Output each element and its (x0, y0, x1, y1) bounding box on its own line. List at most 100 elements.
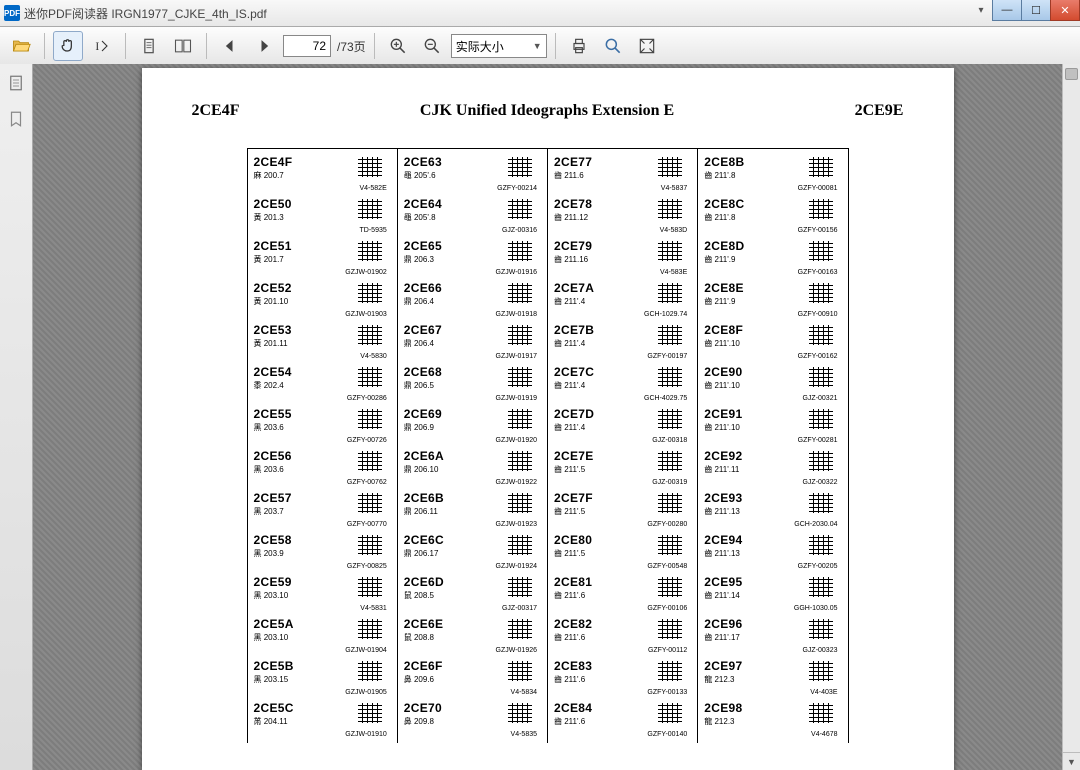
source-ref: GZFY-00112 (648, 647, 687, 654)
maximize-button[interactable]: ☐ (1021, 0, 1051, 21)
source-ref: GZFY-00910 (798, 311, 838, 318)
facing-pages-button[interactable] (168, 31, 198, 61)
codepoint-entry: 2CE66鼎 206.4GZJW-01918 (404, 281, 543, 323)
toolbar: I /73页 实际大小 ▼ (0, 27, 1080, 66)
codepoint-entry: 2CE69鼎 206.9GZJW-01920 (404, 407, 543, 449)
source-ref: GZFY-00133 (647, 689, 687, 696)
chevron-down-icon: ▼ (533, 41, 542, 51)
codepoint-entry: 2CE96齒 211'.17GJZ-00323 (704, 617, 843, 659)
ideograph-glyph (806, 531, 836, 561)
codepoint-entry: 2CE7F齒 211'.5GZFY-00280 (554, 491, 693, 533)
codepoint-entry: 2CE95齒 211'.14GGH-1030.05 (704, 575, 843, 617)
thumbnails-tab-icon[interactable] (5, 72, 27, 94)
close-button[interactable]: ✕ (1050, 0, 1080, 21)
scrollbar-thumb[interactable] (1065, 68, 1078, 80)
source-ref: GZJW-01920 (496, 437, 538, 444)
ideograph-glyph (505, 657, 535, 687)
radical-label: 鼎 206.4 (404, 296, 434, 307)
zoom-in-button[interactable] (383, 31, 413, 61)
zoom-select[interactable]: 实际大小 ▼ (451, 34, 547, 58)
ideograph-glyph (806, 489, 836, 519)
open-file-button[interactable] (6, 31, 36, 61)
ideograph-glyph (655, 153, 685, 183)
radical-label: 齒 211'.17 (704, 632, 740, 643)
radical-label: 齒 211'.6 (554, 632, 585, 643)
radical-label: 齒 211'.4 (554, 296, 585, 307)
ideograph-glyph (505, 699, 535, 729)
ideograph-glyph (806, 279, 836, 309)
source-ref: GZFY-00156 (798, 227, 838, 234)
codepoint-entry: 2CE54黍 202.4GZFY-00286 (254, 365, 393, 407)
prev-page-button[interactable] (215, 31, 245, 61)
source-ref: GZFY-00081 (798, 185, 838, 192)
page-number-input[interactable] (283, 35, 331, 57)
codepoint-entry: 2CE5C黹 204.11GZJW-01910 (254, 701, 393, 743)
source-ref: GZJW-01902 (345, 269, 387, 276)
scroll-down-arrow[interactable]: ▼ (1063, 752, 1080, 770)
source-ref: V4-582E (360, 185, 387, 192)
codepoint-entry: 2CE83齒 211'.6GZFY-00133 (554, 659, 693, 701)
radical-label: 齒 211'.10 (704, 380, 740, 391)
radical-label: 黽 205'.6 (404, 170, 436, 181)
ideograph-glyph (505, 447, 535, 477)
source-ref: GZJW-01910 (345, 731, 387, 738)
radical-label: 齒 211'.8 (704, 170, 735, 181)
hand-tool-button[interactable] (53, 31, 83, 61)
radical-label: 齒 211'.4 (554, 422, 585, 433)
source-ref: GZJW-01918 (496, 311, 538, 318)
fullscreen-button[interactable] (632, 31, 662, 61)
radical-label: 黑 203.10 (254, 632, 289, 643)
print-button[interactable] (564, 31, 594, 61)
codepoint-entry: 2CE80齒 211'.5GZFY-00548 (554, 533, 693, 575)
source-ref: V4-5834 (511, 689, 537, 696)
ideograph-glyph (355, 321, 385, 351)
radical-label: 鼠 208.8 (404, 632, 434, 643)
source-ref: GCH-2030.04 (794, 521, 837, 528)
vertical-scrollbar[interactable]: ▼ (1062, 64, 1080, 770)
ideograph-glyph (806, 699, 836, 729)
text-select-button[interactable]: I (87, 31, 117, 61)
source-ref: GJZ-00317 (502, 605, 537, 612)
window-title: 迷你PDF阅读器 IRGN1977_CJKE_4th_IS.pdf (24, 5, 267, 22)
radical-label: 齒 211.6 (554, 170, 584, 181)
codepoint-table: 2CE4F麻 200.7V4-582E2CE50黃 201.3TD-59352C… (247, 148, 849, 743)
radical-label: 齒 211'.13 (704, 548, 740, 559)
next-page-button[interactable] (249, 31, 279, 61)
ideograph-glyph (655, 615, 685, 645)
ideograph-glyph (505, 195, 535, 225)
window-menu-drop[interactable]: ▾ (969, 0, 993, 20)
codepoint-entry: 2CE8F齒 211'.10GZFY-00162 (704, 323, 843, 365)
radical-label: 黑 203.7 (254, 506, 284, 517)
find-button[interactable] (598, 31, 628, 61)
radical-label: 鼠 208.5 (404, 590, 434, 601)
ideograph-glyph (505, 489, 535, 519)
codepoint-entry: 2CE8E齒 211'.9GZFY-00910 (704, 281, 843, 323)
codepoint-entry: 2CE92齒 211'.11GJZ-00322 (704, 449, 843, 491)
source-ref: GJZ-00316 (502, 227, 537, 234)
radical-label: 麻 200.7 (254, 170, 284, 181)
ideograph-glyph (355, 489, 385, 519)
document-viewport[interactable]: 2CE4F CJK Unified Ideographs Extension E… (33, 64, 1062, 770)
radical-label: 鼻 209.6 (404, 674, 434, 685)
ideograph-glyph (505, 531, 535, 561)
codepoint-entry: 2CE55黑 203.6GZFY-00726 (254, 407, 393, 449)
header-code-right: 2CE9E (855, 102, 904, 120)
radical-label: 齒 211'.6 (554, 590, 585, 601)
ideograph-glyph (355, 195, 385, 225)
ideograph-glyph (355, 237, 385, 267)
single-page-button[interactable] (134, 31, 164, 61)
source-ref: GZJW-01926 (496, 647, 538, 654)
minimize-button[interactable]: — (992, 0, 1022, 21)
codepoint-entry: 2CE65鼎 206.3GZJW-01916 (404, 239, 543, 281)
codepoint-entry: 2CE53黃 201.11V4-5830 (254, 323, 393, 365)
source-ref: GCH-4029.75 (644, 395, 687, 402)
ideograph-glyph (655, 489, 685, 519)
radical-label: 鼎 206.3 (404, 254, 434, 265)
bookmark-tab-icon[interactable] (5, 108, 27, 130)
radical-label: 鼎 206.5 (404, 380, 434, 391)
ideograph-glyph (806, 321, 836, 351)
ideograph-glyph (355, 657, 385, 687)
zoom-out-button[interactable] (417, 31, 447, 61)
title-bar: PDF 迷你PDF阅读器 IRGN1977_CJKE_4th_IS.pdf ▾ … (0, 0, 1080, 27)
source-ref: V4-5831 (360, 605, 386, 612)
